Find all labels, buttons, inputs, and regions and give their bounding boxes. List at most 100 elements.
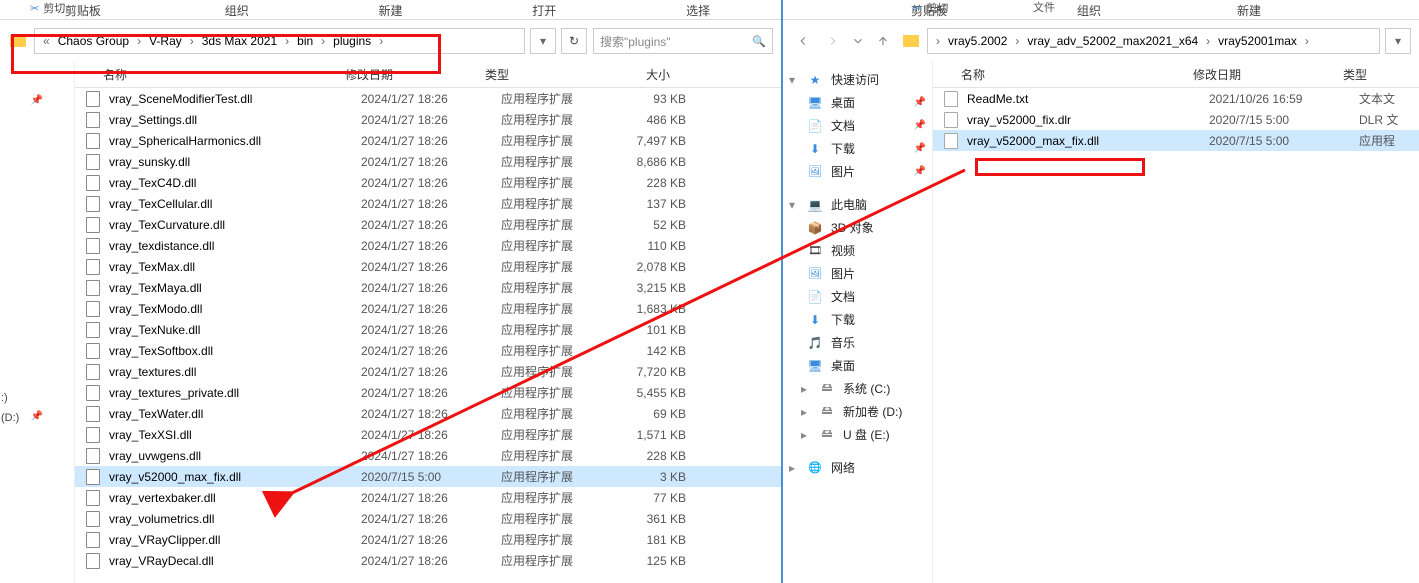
table-row[interactable]: vray_TexMaya.dll 2024/1/27 18:26 应用程序扩展 … bbox=[75, 277, 781, 298]
sidebar-item-videos[interactable]: 视频 bbox=[783, 239, 932, 262]
desktop-icon bbox=[807, 358, 823, 374]
cut-icon bbox=[30, 2, 39, 15]
chevron-right-icon bbox=[133, 34, 145, 48]
cell-date: 2024/1/27 18:26 bbox=[361, 512, 501, 526]
nav-dropdown-icon[interactable] bbox=[851, 29, 865, 53]
breadcrumb-segment[interactable]: vray_adv_52002_max2021_x64 bbox=[1025, 34, 1200, 48]
table-row[interactable]: vray_SphericalHarmonics.dll 2024/1/27 18… bbox=[75, 130, 781, 151]
file-icon bbox=[943, 112, 959, 128]
sidebar-item-downloads2[interactable]: 下载 bbox=[783, 308, 932, 331]
breadcrumb-segment[interactable]: vray52001max bbox=[1216, 34, 1299, 48]
sidebar-item-music[interactable]: 音乐 bbox=[783, 331, 932, 354]
table-row[interactable]: vray_texdistance.dll 2024/1/27 18:26 应用程… bbox=[75, 235, 781, 256]
sidebar-item-drive-c[interactable]: 系统 (C:) bbox=[783, 377, 932, 400]
ribbon-open[interactable]: 打开 bbox=[467, 2, 621, 19]
table-row[interactable]: vray_volumetrics.dll 2024/1/27 18:26 应用程… bbox=[75, 508, 781, 529]
sidebar-item-3d[interactable]: 3D 对象 bbox=[783, 216, 932, 239]
ribbon-cut-r[interactable]: 剪切 bbox=[926, 0, 948, 16]
sidebar-item-pictures[interactable]: 图片 bbox=[783, 160, 932, 183]
table-row[interactable]: vray_TexSoftbox.dll 2024/1/27 18:26 应用程序… bbox=[75, 340, 781, 361]
sidebar-item-drive-d[interactable]: 新加卷 (D:) bbox=[783, 400, 932, 423]
sidebar-item-drive-e[interactable]: U 盘 (E:) bbox=[783, 423, 932, 446]
col-date-r[interactable]: 修改日期 bbox=[1193, 66, 1343, 83]
doc-icon bbox=[807, 118, 823, 134]
table-row[interactable]: vray_textures_private.dll 2024/1/27 18:2… bbox=[75, 382, 781, 403]
file-icon bbox=[85, 280, 101, 296]
sidebar-item-network[interactable]: 网络 bbox=[783, 456, 932, 479]
breadcrumb-segment[interactable]: bin bbox=[295, 34, 315, 48]
pin-icon[interactable] bbox=[29, 92, 45, 108]
col-type[interactable]: 类型 bbox=[485, 66, 595, 83]
cell-type: 应用程序扩展 bbox=[501, 153, 611, 170]
table-row[interactable]: vray_vertexbaker.dll 2024/1/27 18:26 应用程… bbox=[75, 487, 781, 508]
sidebar-item-pictures2[interactable]: 图片 bbox=[783, 262, 932, 285]
table-row[interactable]: vray_SceneModifierTest.dll 2024/1/27 18:… bbox=[75, 88, 781, 109]
sidebar-item-desktop2[interactable]: 桌面 bbox=[783, 354, 932, 377]
sidebar-item-documents[interactable]: 文档 bbox=[783, 114, 932, 137]
breadcrumb-segment[interactable]: Chaos Group bbox=[56, 34, 131, 48]
table-row[interactable]: vray_v52000_fix.dlr 2020/7/15 5:00 DLR 文 bbox=[933, 109, 1419, 130]
col-name[interactable]: 名称 bbox=[85, 66, 345, 83]
col-name-r[interactable]: 名称 bbox=[943, 66, 1193, 83]
nav-fwd-icon[interactable] bbox=[821, 29, 845, 53]
col-size[interactable]: 大小 bbox=[595, 66, 680, 83]
table-row[interactable]: vray_v52000_max_fix.dll 2020/7/15 5:00 应… bbox=[933, 130, 1419, 151]
nav-up-icon[interactable] bbox=[871, 29, 895, 53]
cell-date: 2021/10/26 16:59 bbox=[1209, 92, 1359, 106]
table-row[interactable]: vray_TexWater.dll 2024/1/27 18:26 应用程序扩展… bbox=[75, 403, 781, 424]
ribbon-select[interactable]: 选择 bbox=[621, 2, 775, 19]
table-row[interactable]: vray_TexNuke.dll 2024/1/27 18:26 应用程序扩展 … bbox=[75, 319, 781, 340]
table-row[interactable]: vray_TexCurvature.dll 2024/1/27 18:26 应用… bbox=[75, 214, 781, 235]
table-row[interactable]: vray_Settings.dll 2024/1/27 18:26 应用程序扩展… bbox=[75, 109, 781, 130]
breadcrumb-right[interactable]: vray5.2002 vray_adv_52002_max2021_x64 vray… bbox=[927, 28, 1380, 54]
pin-icon[interactable] bbox=[29, 408, 45, 424]
refresh-button[interactable] bbox=[561, 28, 587, 54]
col-type-r[interactable]: 类型 bbox=[1343, 66, 1403, 83]
file-icon bbox=[85, 448, 101, 464]
nav-back-icon[interactable] bbox=[791, 29, 815, 53]
table-row[interactable]: ReadMe.txt 2021/10/26 16:59 文本文 bbox=[933, 88, 1419, 109]
column-headers-right[interactable]: 名称 修改日期 类型 bbox=[933, 62, 1419, 88]
cell-date: 2024/1/27 18:26 bbox=[361, 176, 501, 190]
cell-type: 应用程序扩展 bbox=[501, 531, 611, 548]
breadcrumb-left[interactable]: Chaos Group V-Ray 3ds Max 2021 bin plugins bbox=[34, 28, 525, 54]
table-row[interactable]: vray_TexCellular.dll 2024/1/27 18:26 应用程… bbox=[75, 193, 781, 214]
table-row[interactable]: vray_textures.dll 2024/1/27 18:26 应用程序扩展… bbox=[75, 361, 781, 382]
ribbon-organize-r[interactable]: 组织 bbox=[989, 2, 1189, 19]
file-icon bbox=[85, 133, 101, 149]
column-headers-left[interactable]: 名称 修改日期 类型 大小 bbox=[75, 62, 781, 88]
table-row[interactable]: vray_TexC4D.dll 2024/1/27 18:26 应用程序扩展 2… bbox=[75, 172, 781, 193]
sidebar-item-downloads[interactable]: 下载 bbox=[783, 137, 932, 160]
ribbon-new-r[interactable]: 新建 bbox=[1189, 2, 1309, 19]
table-row[interactable]: vray_v52000_max_fix.dll 2020/7/15 5:00 应… bbox=[75, 466, 781, 487]
drive-icon bbox=[819, 381, 835, 397]
search-input-left[interactable]: 搜索"plugins" bbox=[593, 28, 773, 54]
ribbon-new[interactable]: 新建 bbox=[314, 2, 468, 19]
table-row[interactable]: vray_VRayClipper.dll 2024/1/27 18:26 应用程… bbox=[75, 529, 781, 550]
breadcrumb-expand-icon[interactable] bbox=[1385, 28, 1411, 54]
ribbon-organize[interactable]: 组织 bbox=[160, 2, 314, 19]
breadcrumb-segment[interactable]: V-Ray bbox=[147, 34, 184, 48]
table-row[interactable]: vray_sunsky.dll 2024/1/27 18:26 应用程序扩展 8… bbox=[75, 151, 781, 172]
network-icon bbox=[807, 460, 823, 476]
sidebar-item-this-pc[interactable]: 此电脑 bbox=[783, 193, 932, 216]
cell-type: 应用程序扩展 bbox=[501, 447, 611, 464]
col-date[interactable]: 修改日期 bbox=[345, 66, 485, 83]
cell-type: 应用程序扩展 bbox=[501, 405, 611, 422]
ribbon-cut[interactable]: 剪切 bbox=[43, 0, 65, 16]
cell-size: 228 KB bbox=[611, 449, 696, 463]
breadcrumb-expand-icon[interactable] bbox=[530, 28, 556, 54]
breadcrumb-segment[interactable]: vray5.2002 bbox=[946, 34, 1009, 48]
sidebar-quick-access[interactable]: 快速访问 bbox=[783, 68, 932, 91]
table-row[interactable]: vray_TexXSI.dll 2024/1/27 18:26 应用程序扩展 1… bbox=[75, 424, 781, 445]
breadcrumb-segment[interactable]: plugins bbox=[331, 34, 373, 48]
breadcrumb-overflow-icon[interactable] bbox=[39, 34, 54, 48]
table-row[interactable]: vray_TexModo.dll 2024/1/27 18:26 应用程序扩展 … bbox=[75, 298, 781, 319]
table-row[interactable]: vray_TexMax.dll 2024/1/27 18:26 应用程序扩展 2… bbox=[75, 256, 781, 277]
breadcrumb-segment[interactable]: 3ds Max 2021 bbox=[200, 34, 279, 48]
sidebar-item-desktop[interactable]: 桌面 bbox=[783, 91, 932, 114]
table-row[interactable]: vray_uvwgens.dll 2024/1/27 18:26 应用程序扩展 … bbox=[75, 445, 781, 466]
sidebar-item-documents2[interactable]: 文档 bbox=[783, 285, 932, 308]
cell-size: 125 KB bbox=[611, 554, 696, 568]
table-row[interactable]: vray_VRayDecal.dll 2024/1/27 18:26 应用程序扩… bbox=[75, 550, 781, 571]
